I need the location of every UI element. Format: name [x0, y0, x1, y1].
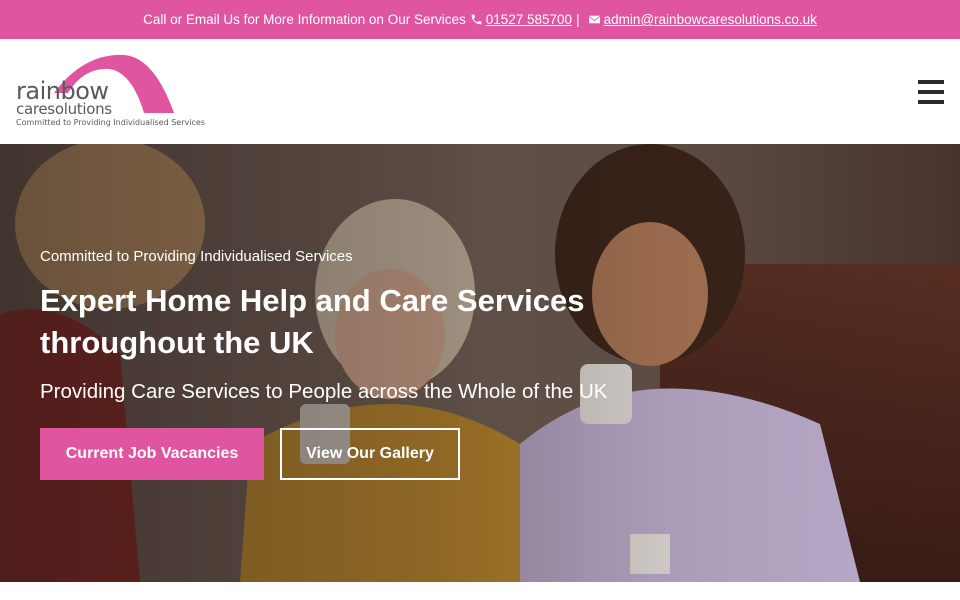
hero-subtitle: Providing Care Services to People across…	[40, 380, 608, 403]
hero-buttons: Current Job Vacancies View Our Gallery	[40, 428, 740, 480]
hamburger-menu-icon[interactable]	[918, 80, 944, 104]
contact-separator: |	[576, 12, 580, 27]
logo-word-caresolutions: caresolutions	[16, 100, 112, 118]
email-link[interactable]: admin@rainbowcaresolutions.co.uk	[604, 12, 817, 27]
site-logo[interactable]: rainbow caresolutions Committed to Provi…	[14, 53, 219, 133]
phone-link[interactable]: 01527 585700	[486, 12, 572, 27]
view-gallery-button[interactable]: View Our Gallery	[280, 428, 460, 480]
hero-banner: Committed to Providing Individualised Se…	[0, 144, 960, 582]
page-below-hero	[0, 582, 960, 600]
menu-bar	[918, 80, 944, 84]
hero-title: Expert Home Help and Care Services throu…	[40, 283, 585, 360]
logo-tagline: Committed to Providing Individualised Se…	[16, 118, 205, 127]
menu-bar	[918, 90, 944, 94]
current-job-vacancies-button[interactable]: Current Job Vacancies	[40, 428, 264, 480]
contact-prompt-text: Call or Email Us for More Information on…	[143, 12, 466, 27]
envelope-icon	[588, 13, 601, 26]
hero-content: Committed to Providing Individualised Se…	[40, 248, 740, 480]
top-contact-bar: Call or Email Us for More Information on…	[0, 0, 960, 39]
menu-bar	[918, 100, 944, 104]
site-header: rainbow caresolutions Committed to Provi…	[0, 39, 960, 144]
phone-icon	[470, 13, 483, 26]
hero-kicker: Committed to Providing Individualised Se…	[40, 248, 353, 265]
